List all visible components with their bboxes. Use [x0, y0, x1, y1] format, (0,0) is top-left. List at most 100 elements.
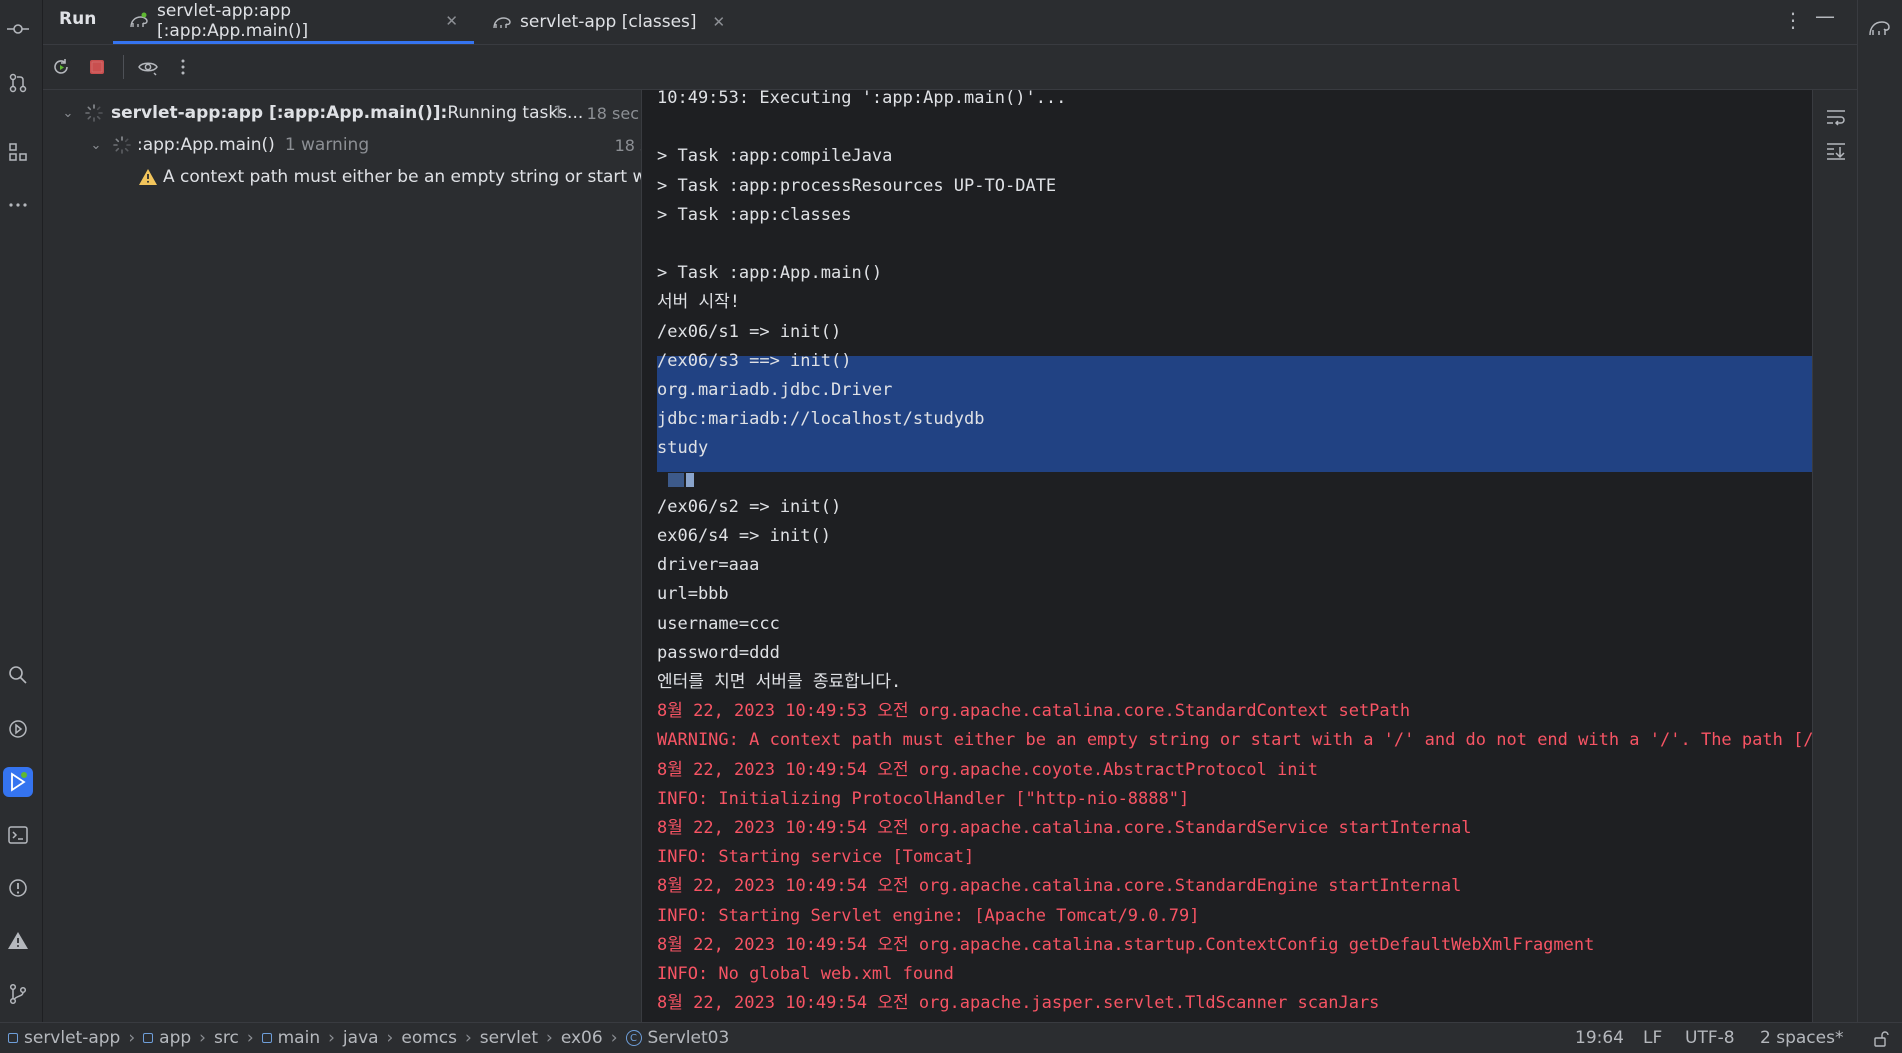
- chevron-right-icon: ›: [199, 1028, 206, 1048]
- chevron-right-icon: ›: [386, 1028, 394, 1048]
- console-line: INFO: No global web.xml found: [657, 964, 954, 984]
- console-line: ex06/s4 => init(): [657, 526, 831, 546]
- breadcrumb-label: servlet: [479, 1028, 539, 1048]
- breadcrumb-item[interactable]: main: [261, 1028, 320, 1048]
- module-icon: [143, 1033, 154, 1043]
- tree-warning-item[interactable]: A context path must either be an empty s…: [43, 162, 641, 192]
- console-side-toolbar: [1812, 90, 1858, 1022]
- line-separator[interactable]: LF: [1643, 1028, 1662, 1048]
- console-line: /ex06/s2 => init(): [657, 496, 842, 517]
- task-duration: 18 sec: [586, 103, 639, 123]
- breadcrumb-label: ex06: [560, 1028, 603, 1048]
- console-line: > Task :app:App.main(): [657, 263, 883, 284]
- breadcrumb-label: Servlet03: [647, 1028, 730, 1048]
- console-line: INFO: Starting Servlet engine: [Apache T…: [657, 905, 1200, 926]
- commit-icon[interactable]: [3, 14, 33, 44]
- task-name: servlet-app:app [:app:App.main()]:: [111, 103, 448, 123]
- breadcrumb: servlet-app › app › src › main › java › eomcs › serv…: [8, 1028, 729, 1048]
- console-line: jdbc:mariadb://localhost/studydb: [657, 409, 985, 430]
- breadcrumb-item[interactable]: servlet-app: [8, 1028, 120, 1048]
- gradle-icon: [492, 13, 512, 31]
- breadcrumb-item[interactable]: servlet: [480, 1028, 538, 1048]
- run-icon[interactable]: [3, 767, 33, 797]
- breadcrumb-label: java: [342, 1028, 379, 1048]
- left-tool-strip: [0, 0, 43, 1022]
- view-options-button[interactable]: [134, 53, 162, 81]
- console-line: org.mariadb.jdbc.Driver: [657, 380, 893, 400]
- module-icon: [8, 1033, 18, 1043]
- lock-icon[interactable]: [1873, 1031, 1889, 1047]
- tree-child-item[interactable]: ⌄ :app:App.main() 1 warning 18 sec: [43, 130, 641, 160]
- tab-run-main[interactable]: servlet-app:app [:app:App.main()] ✕: [113, 0, 474, 44]
- toolbar-separator: [123, 55, 124, 79]
- breadcrumb-label: eomcs: [401, 1028, 457, 1048]
- console-line: /ex06/s3 ==> init(): [657, 350, 852, 371]
- console-output[interactable]: 10:49:53: Executing ':app:App.main()'...…: [642, 90, 1812, 1022]
- console-line: > Task :app:classes: [657, 204, 852, 225]
- build-tree: ⌄ servlet-app:app [:app:App.main()]: Run…: [43, 90, 641, 1022]
- tab-classes[interactable]: servlet-app [classes] ✕: [476, 0, 776, 44]
- file-encoding[interactable]: UTF-8: [1685, 1028, 1735, 1048]
- search-icon[interactable]: [3, 660, 33, 690]
- breadcrumb-item[interactable]: app: [143, 1028, 191, 1048]
- breadcrumb-item[interactable]: ex06: [561, 1028, 603, 1048]
- chevron-down-icon[interactable]: ⌄: [61, 106, 75, 121]
- soft-wrap-icon[interactable]: [1825, 106, 1847, 128]
- stop-button[interactable]: [83, 53, 111, 81]
- status-bar: servlet-app › app › src › main › java › eomcs › serv…: [0, 1022, 1902, 1053]
- breadcrumb-item[interactable]: java: [343, 1028, 379, 1048]
- console-line: 8월 22, 2023 10:49:53 오전 org.apache.catal…: [657, 701, 1411, 722]
- task-duration: 18 sec: [614, 135, 641, 155]
- breadcrumb-item[interactable]: src: [214, 1028, 239, 1048]
- chevron-right-icon: ›: [610, 1028, 618, 1048]
- git-icon[interactable]: [3, 979, 33, 1009]
- structure-icon[interactable]: [3, 137, 33, 167]
- console-line: driver=aaa: [657, 555, 760, 576]
- caret-position[interactable]: 19:64: [1575, 1028, 1624, 1048]
- chevron-right-icon: ›: [328, 1028, 335, 1048]
- task-note: 1 warning: [284, 135, 370, 155]
- console-line: 8월 22, 2023 10:49:54 오전 org.apache.jaspe…: [657, 993, 1380, 1014]
- tree-root-item[interactable]: ⌄ servlet-app:app [:app:App.main()]: Run…: [43, 98, 641, 128]
- terminal-icon[interactable]: [3, 820, 33, 850]
- gradle-tool-icon[interactable]: [1868, 16, 1892, 38]
- problems-icon[interactable]: [3, 873, 33, 903]
- console-line: 8월 22, 2023 10:49:54 오전 org.apache.catal…: [657, 818, 1472, 838]
- breadcrumb-item[interactable]: C Servlet03: [625, 1028, 730, 1048]
- console-line: 8월 22, 2023 10:49:54 오전 org.apache.catal…: [657, 934, 1595, 955]
- warning-tool-icon[interactable]: [3, 926, 33, 956]
- console-line: > Task :app:processResources UP-TO-DATE: [657, 175, 1057, 196]
- chevron-right-icon: ›: [464, 1028, 472, 1048]
- options-menu-icon[interactable]: ⋮: [1783, 8, 1803, 32]
- indent-setting[interactable]: 2 spaces*: [1760, 1028, 1843, 1048]
- class-icon: C: [625, 1030, 642, 1046]
- rerun-button[interactable]: [47, 53, 75, 81]
- breadcrumb-label: app: [159, 1028, 192, 1048]
- console-line: username=ccc: [657, 613, 780, 634]
- console-line: /ex06/s1 => init(): [657, 321, 842, 342]
- services-icon[interactable]: [3, 714, 33, 744]
- progress-spinner-icon: [85, 104, 103, 122]
- console-line: > Task :app:compileJava: [657, 146, 893, 167]
- tab-label: servlet-app:app [:app:App.main()]: [157, 0, 309, 41]
- pull-requests-icon[interactable]: [3, 68, 33, 98]
- close-icon[interactable]: ✕: [445, 12, 458, 30]
- console-line: INFO: Starting service [Tomcat]: [657, 847, 975, 868]
- tab-label: servlet-app [classes]: [520, 12, 697, 32]
- right-tool-strip: [1857, 0, 1902, 1022]
- close-icon[interactable]: ✕: [713, 13, 726, 31]
- console-line: 서버 시작!: [657, 292, 741, 313]
- breadcrumb-item[interactable]: eomcs: [401, 1028, 457, 1048]
- console-line: study: [657, 438, 709, 459]
- more-actions-icon[interactable]: [169, 53, 197, 81]
- scroll-to-end-icon[interactable]: [1825, 140, 1847, 162]
- minimize-icon[interactable]: —: [1815, 4, 1835, 28]
- progress-spinner-icon: [113, 136, 131, 154]
- console-line: 엔터를 치면 서버를 종료합니다.: [657, 672, 902, 692]
- gradle-icon: [129, 12, 149, 30]
- breadcrumb-label: servlet-app: [24, 1028, 121, 1048]
- chevron-down-icon[interactable]: ⌄: [89, 138, 103, 153]
- more-tools-icon[interactable]: [3, 190, 33, 220]
- chevron-right-icon: ›: [128, 1028, 136, 1048]
- module-icon: [261, 1033, 272, 1043]
